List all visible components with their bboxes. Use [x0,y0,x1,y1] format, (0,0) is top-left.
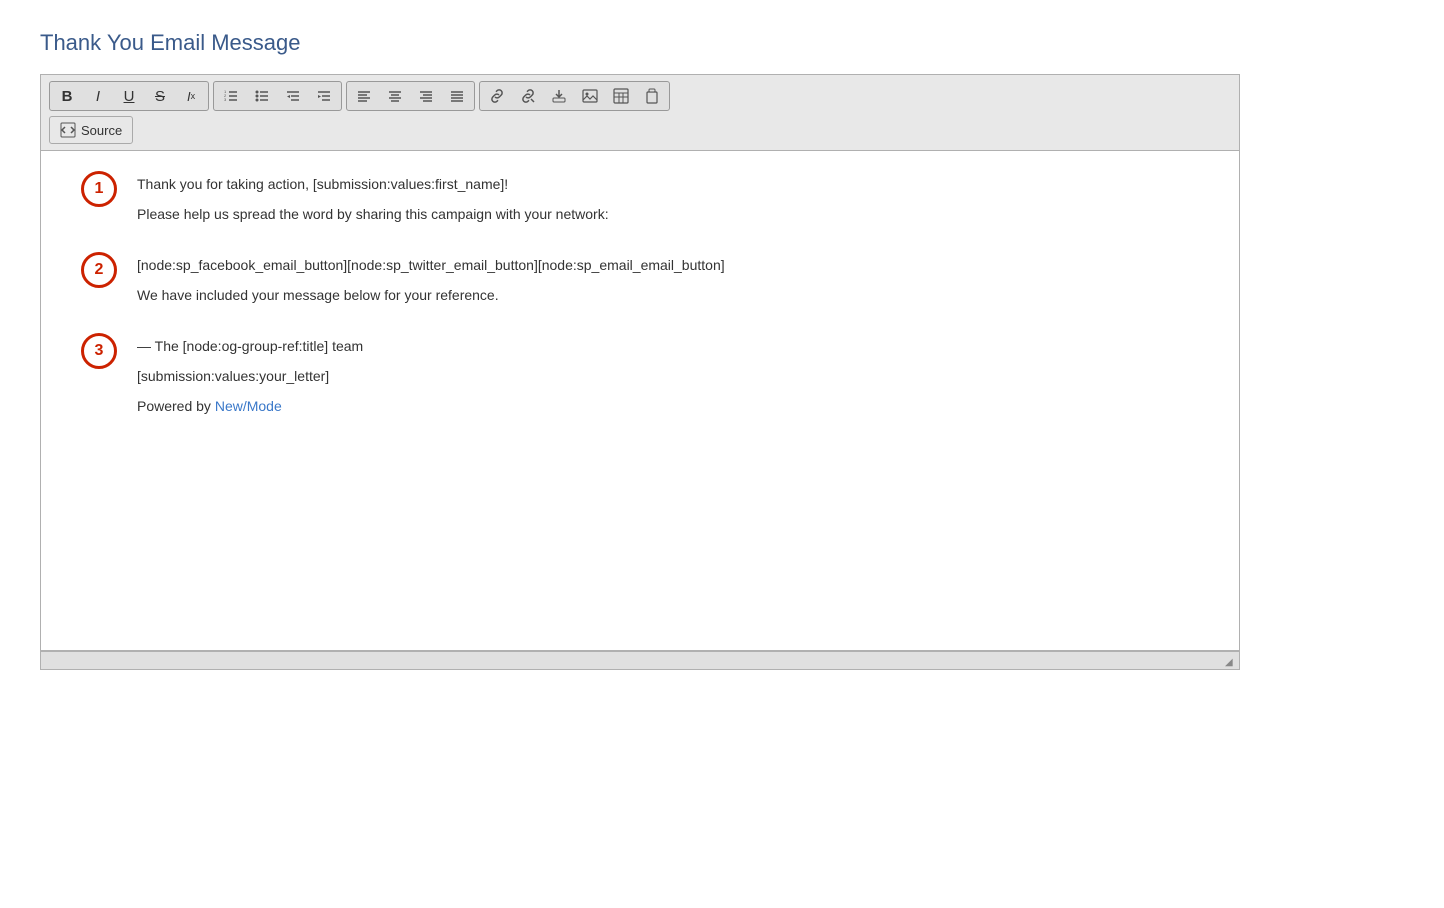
toolbar-group-lists: 123 [213,81,342,111]
annotation-badge-3: 3 [81,333,117,369]
editor-container: B I U S Ix 123 [40,74,1240,670]
insert-table-button[interactable] [606,83,636,109]
insert-image-button[interactable] [575,83,605,109]
newmode-link[interactable]: New/Mode [215,398,282,414]
align-left-button[interactable] [349,83,379,109]
bold-button[interactable]: B [52,83,82,109]
align-right-button[interactable] [411,83,441,109]
content-line-4: We have included your message below for … [137,287,725,303]
source-label: Source [81,123,122,138]
resize-handle[interactable]: ◢ [1225,657,1237,669]
editor-content-area[interactable]: 1 Thank you for taking action, [submissi… [41,151,1239,651]
align-justify-button[interactable] [442,83,472,109]
annotation-badge-1: 1 [81,171,117,207]
upload-button[interactable] [544,83,574,109]
svg-text:3: 3 [224,97,227,102]
editor-footer: ◢ [41,651,1239,669]
insert-link-button[interactable] [482,83,512,109]
toolbar-group-alignment [346,81,475,111]
powered-by-text: Powered by [137,398,215,414]
annotation-badge-2: 2 [81,252,117,288]
page-title: Thank You Email Message [40,30,1404,56]
italic-button[interactable]: I [83,83,113,109]
ordered-list-button[interactable]: 123 [216,83,246,109]
toolbar-row-2: Source [49,116,1231,144]
content-line-1: Thank you for taking action, [submission… [137,176,609,192]
unordered-list-button[interactable] [247,83,277,109]
source-button[interactable]: Source [49,116,133,144]
content-line-7: Powered by New/Mode [137,398,363,414]
underline-button[interactable]: U [114,83,144,109]
content-line-3: [node:sp_facebook_email_button][node:sp_… [137,257,725,273]
paste-button[interactable] [637,83,667,109]
source-icon [60,122,76,138]
toolbar-row-1: B I U S Ix 123 [49,81,1231,111]
indent-button[interactable] [309,83,339,109]
content-line-2: Please help us spread the word by sharin… [137,206,609,222]
remove-format-button[interactable]: Ix [176,83,206,109]
remove-link-button[interactable] [513,83,543,109]
content-line-5: — The [node:og-group-ref:title] team [137,338,363,354]
outdent-button[interactable] [278,83,308,109]
toolbar-group-formatting: B I U S Ix [49,81,209,111]
content-line-6: [submission:values:your_letter] [137,368,363,384]
strikethrough-button[interactable]: S [145,83,175,109]
align-center-button[interactable] [380,83,410,109]
toolbar-group-insert [479,81,670,111]
editor-toolbar: B I U S Ix 123 [41,75,1239,151]
